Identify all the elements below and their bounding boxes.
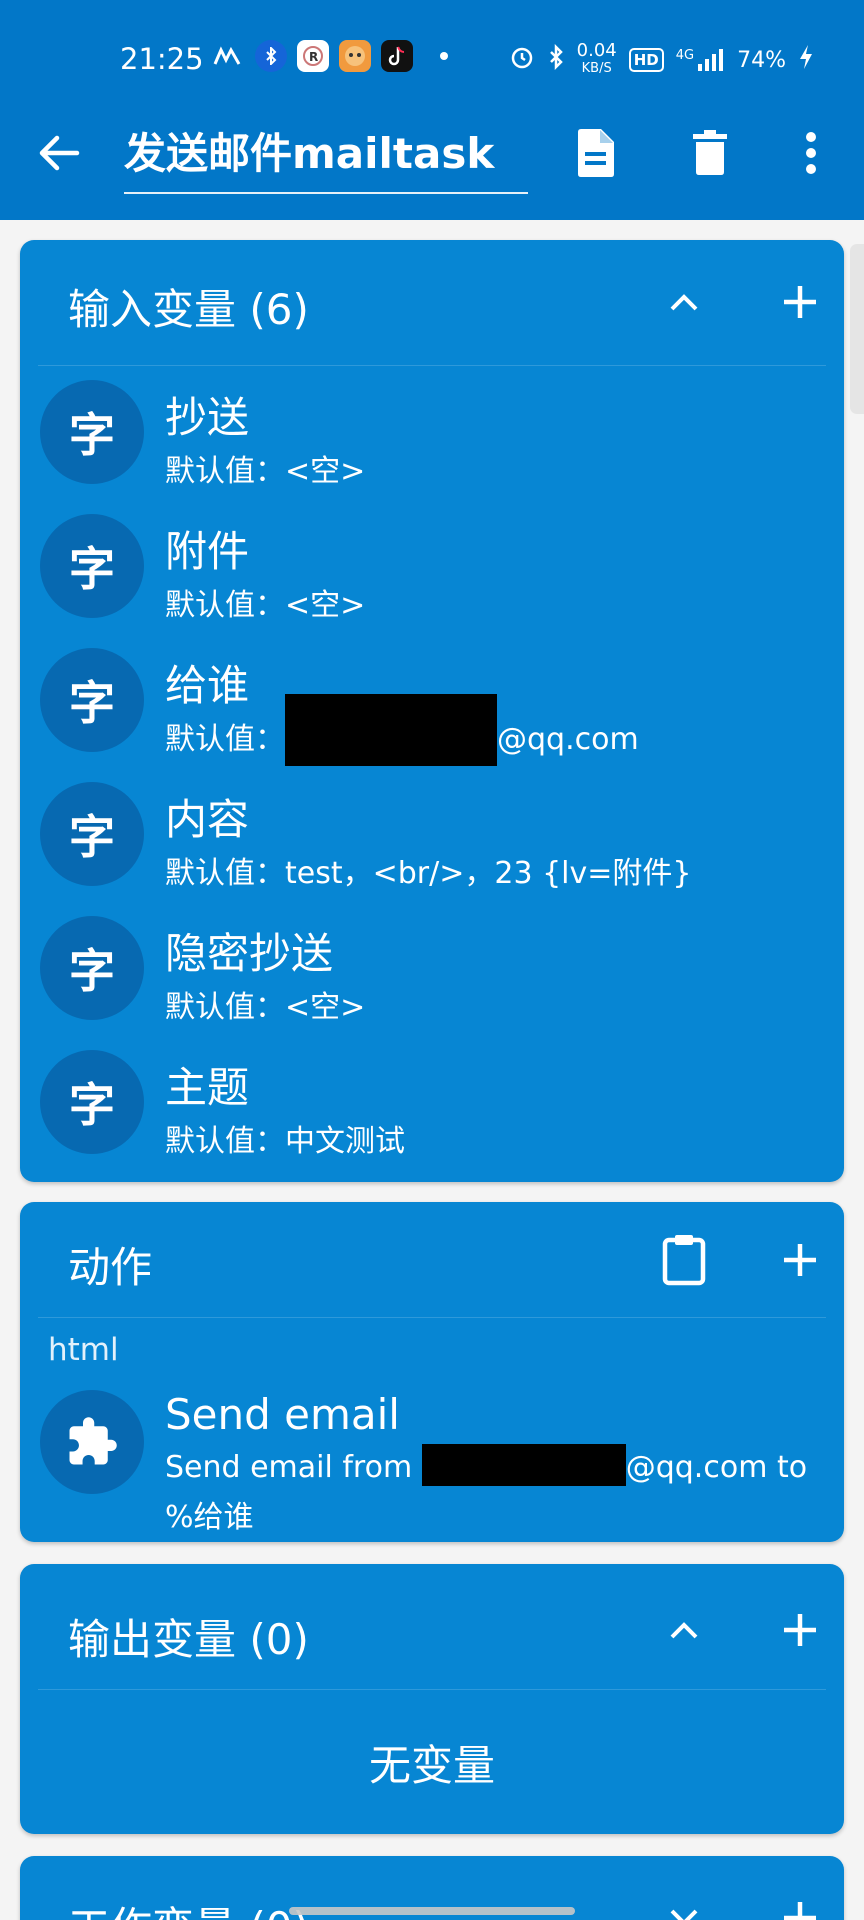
puzzle-icon <box>69 1417 117 1465</box>
bluetooth-app-icon <box>255 40 287 72</box>
input-variable-item[interactable]: 字 附件 默认值：<空> <box>20 500 844 634</box>
redacted-block <box>421 1443 626 1486</box>
variable-name: 抄送 <box>165 393 250 442</box>
status-time: 21:25 <box>120 42 204 76</box>
network-speed: 0.04 KB/S <box>576 40 617 77</box>
input-variable-item[interactable]: 字 给谁 默认值： @qq.com <box>20 634 844 768</box>
app-bar: 21:25 R 0.04 KB/S HD 4G 74% 发送邮件mailtask <box>0 0 864 220</box>
tiktok-icon <box>381 40 413 72</box>
work-variables-title: 工作变量 (0) <box>68 1894 309 1920</box>
app-notification-icon <box>212 40 244 72</box>
input-variables-header: 输入变量 (6) <box>38 240 826 366</box>
more-button[interactable] <box>782 124 840 182</box>
output-variables-title: 输出变量 (0) <box>68 1615 309 1664</box>
reader-app-icon: R <box>297 40 329 72</box>
plus-icon <box>784 1614 816 1646</box>
text-type-avatar: 字 <box>40 380 144 484</box>
battery-level: 74% <box>737 47 786 73</box>
plus-icon <box>784 1244 816 1276</box>
text-type-avatar: 字 <box>40 1050 144 1154</box>
output-variables-card: 输出变量 (0) 无变量 <box>20 1564 844 1834</box>
action-description: Send email from @qq.com to <box>165 1443 807 1486</box>
expand-work-button[interactable] <box>652 1886 716 1920</box>
variable-name: 隐密抄送 <box>165 929 334 978</box>
more-vert-icon <box>806 132 816 174</box>
text-type-avatar: 字 <box>40 782 144 886</box>
svg-text:R: R <box>309 50 318 64</box>
input-variables-title: 输入变量 (6) <box>68 285 309 334</box>
no-variables-text: 无变量 <box>368 1741 495 1790</box>
toolbar: 发送邮件mailtask <box>0 110 864 200</box>
gesture-navigation-handle[interactable] <box>289 1907 575 1915</box>
plus-icon <box>784 286 816 318</box>
delete-button[interactable] <box>681 124 739 182</box>
status-bar: 21:25 R 0.04 KB/S HD 4G 74% <box>0 30 864 86</box>
variable-name: 给谁 <box>165 661 250 710</box>
variable-name: 内容 <box>165 795 250 844</box>
chevron-up-icon <box>670 1622 698 1639</box>
variable-default: 默认值：<空> <box>165 588 366 623</box>
plus-icon <box>784 1902 816 1920</box>
text-type-avatar: 字 <box>40 514 144 618</box>
scroll-indicator[interactable] <box>850 244 864 414</box>
add-input-variable-button[interactable] <box>768 270 832 334</box>
bluetooth-icon <box>547 43 565 76</box>
action-description-line2: %给谁 <box>165 1500 254 1535</box>
action-item-send-email[interactable]: Send email Send email from @qq.com to %给… <box>20 1378 844 1535</box>
document-button[interactable] <box>566 124 624 182</box>
collapse-input-button[interactable] <box>652 270 716 334</box>
plugin-avatar <box>40 1390 144 1494</box>
add-work-variable-button[interactable] <box>768 1886 832 1920</box>
input-variable-item[interactable]: 字 内容 默认值：test，<br/>，23 {lv=附件} <box>20 768 844 902</box>
variable-default: 默认值：中文测试 <box>165 1124 405 1159</box>
variable-name: 主题 <box>165 1063 250 1112</box>
action-group-label: html <box>48 1332 119 1368</box>
action-name: Send email <box>165 1390 400 1439</box>
game-app-icon <box>339 40 371 72</box>
delete-icon <box>693 130 727 175</box>
back-arrow-icon <box>39 135 80 171</box>
actions-header: 动作 <box>38 1202 826 1318</box>
actions-title: 动作 <box>68 1243 153 1292</box>
output-variables-header: 输出变量 (0) <box>38 1564 826 1690</box>
variable-default: 默认值：<空> <box>165 454 366 489</box>
input-variables-card: 输入变量 (6) 字 抄送 默认值：<空> 字 附件 默认值：<空> 字 给谁 … <box>20 240 844 1182</box>
chevron-up-icon <box>670 294 698 311</box>
input-variable-item[interactable]: 字 隐密抄送 默认值：<空> <box>20 902 844 1036</box>
signal-icon: 4G <box>676 48 725 72</box>
input-variable-item[interactable]: 字 主题 默认值：中文测试 <box>20 1036 844 1170</box>
alarm-icon <box>509 44 535 76</box>
document-icon <box>578 129 614 177</box>
clipboard-icon <box>662 1235 706 1286</box>
paste-action-button[interactable] <box>652 1228 716 1292</box>
variable-default: 默认值：test，<br/>，23 {lv=附件} <box>165 856 692 891</box>
collapse-output-button[interactable] <box>652 1598 716 1662</box>
input-variable-item[interactable]: 字 抄送 默认值：<空> <box>20 366 844 500</box>
charging-icon <box>798 44 814 76</box>
actions-card: 动作 html Send email Send email from @qq.c… <box>20 1202 844 1542</box>
status-right-group: 0.04 KB/S HD 4G 74% <box>509 42 814 78</box>
variable-default: 默认值： @qq.com <box>165 693 639 766</box>
variable-default: 默认值：<空> <box>165 990 366 1025</box>
chevron-down-icon <box>670 1909 698 1920</box>
text-type-avatar: 字 <box>40 648 144 752</box>
notification-dot-icon <box>428 40 460 72</box>
redacted-block <box>285 693 497 766</box>
add-output-variable-button[interactable] <box>768 1598 832 1662</box>
add-action-button[interactable] <box>768 1228 832 1292</box>
hd-badge: HD <box>628 48 664 72</box>
task-name-input[interactable]: 发送邮件mailtask <box>124 120 528 194</box>
variable-name: 附件 <box>165 527 250 576</box>
back-button[interactable] <box>30 124 88 182</box>
text-type-avatar: 字 <box>40 916 144 1020</box>
